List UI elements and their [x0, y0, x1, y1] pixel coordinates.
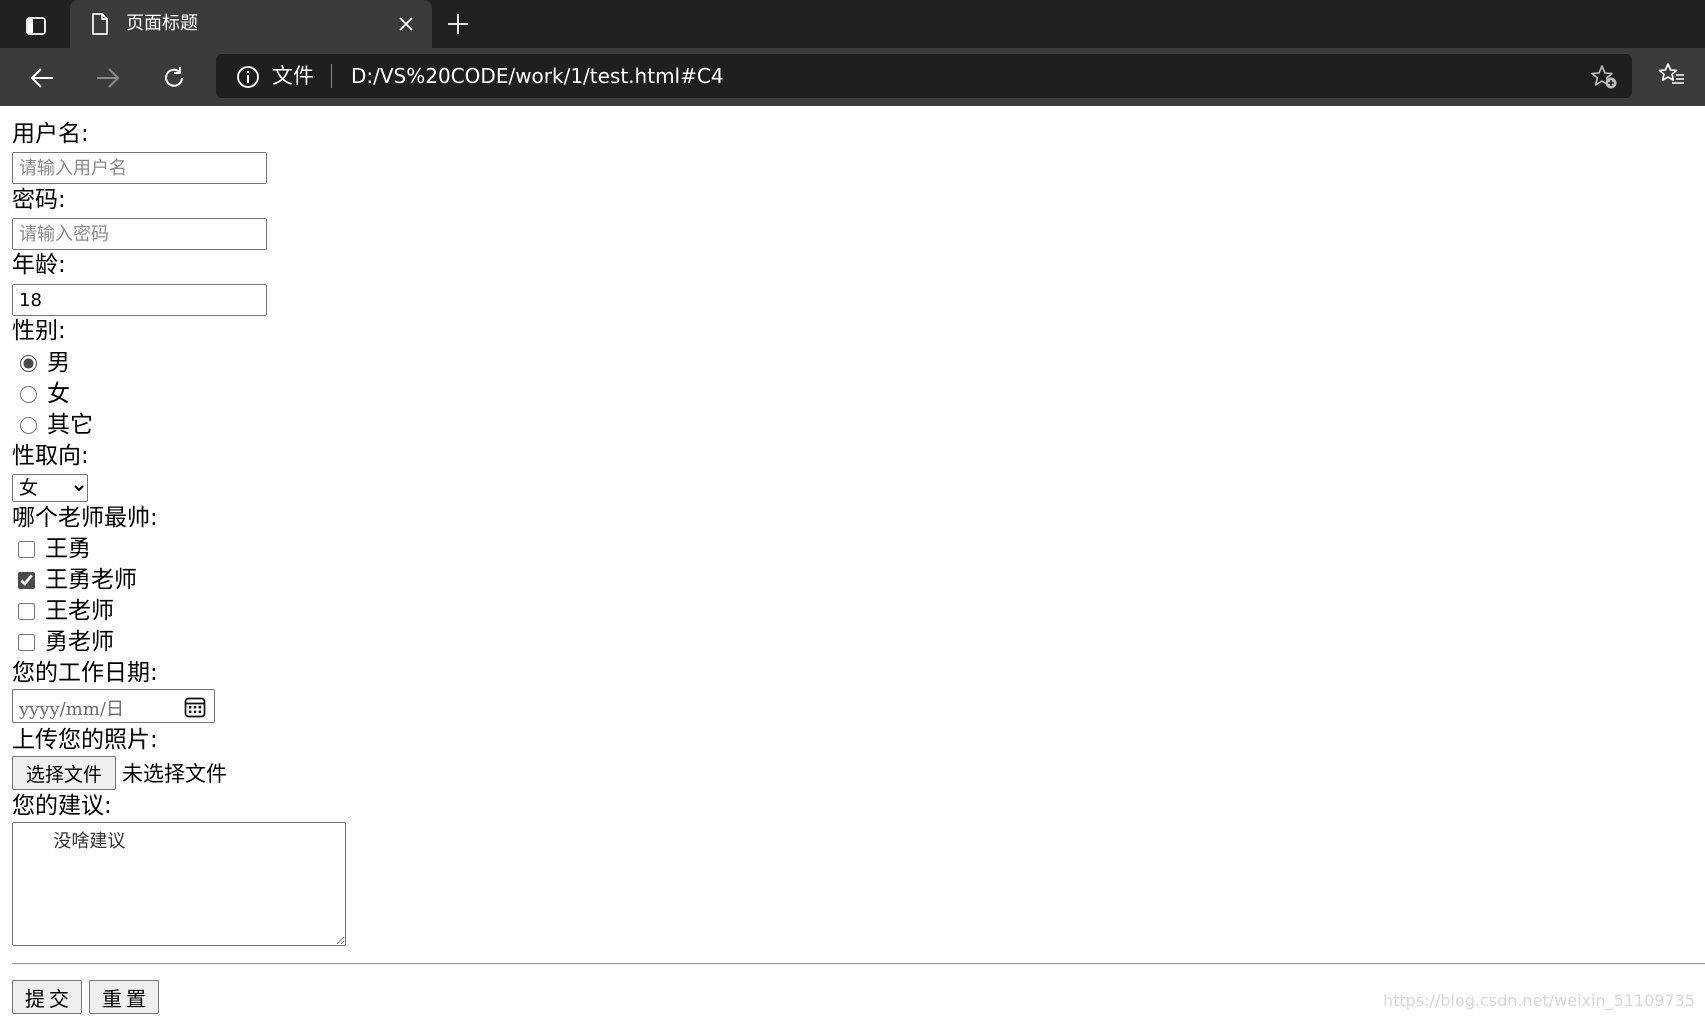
url-text[interactable]: D:/VS%20CODE/work/1/test.html#C4 — [351, 64, 724, 88]
photo-label: 上传您的照片: — [12, 727, 158, 753]
favorites-list-icon — [1658, 63, 1684, 84]
file-status-text: 未选择文件 — [122, 762, 227, 786]
plus-icon — [448, 14, 468, 34]
gender-option-other[interactable]: 其它 — [16, 410, 93, 440]
orientation-select[interactable]: 女 — [12, 474, 88, 502]
teacher-checkbox-4[interactable] — [18, 633, 35, 651]
date-placeholder: yyyy/mm/日 — [19, 699, 124, 720]
arrow-left-icon — [31, 68, 53, 88]
address-bar[interactable]: 文件 D:/VS%20CODE/work/1/test.html#C4 — [216, 54, 1632, 98]
watermark-text: https://blog.csdn.net/weixin_51109735 — [1382, 991, 1695, 1010]
gender-radio-other[interactable] — [20, 416, 37, 434]
calendar-icon[interactable] — [184, 696, 206, 718]
choose-file-button[interactable]: 选择文件 — [12, 756, 116, 790]
add-favorite-button[interactable] — [1590, 64, 1618, 94]
gender-label: 性别: — [12, 318, 66, 344]
refresh-button[interactable] — [156, 60, 192, 96]
page-content: 用户名: 密码: 年龄: 性别: 男 女 其它 性取向: 女 哪个老师最帅: 王… — [12, 106, 1705, 1018]
gender-option-label: 其它 — [47, 412, 93, 438]
teacher-checkbox-2[interactable] — [18, 571, 35, 589]
site-scheme-label: 文件 — [272, 64, 314, 88]
tab-title: 页面标题 — [126, 13, 198, 34]
username-label: 用户名: — [12, 121, 89, 147]
info-icon — [237, 66, 259, 88]
browser-toolbar: 文件 D:/VS%20CODE/work/1/test.html#C4 — [0, 48, 1705, 106]
teacher-checkbox-3[interactable] — [18, 602, 35, 620]
gender-option-label: 女 — [47, 381, 70, 407]
favorites-button[interactable] — [1658, 62, 1686, 92]
tab-close-button[interactable] — [396, 14, 416, 34]
reset-button[interactable]: 重置 — [89, 980, 159, 1014]
active-tab[interactable]: 页面标题 — [70, 0, 432, 48]
teacher-option-1[interactable]: 王勇 — [14, 534, 91, 564]
page-icon — [92, 13, 108, 35]
star-plus-icon — [1591, 65, 1617, 89]
teachers-label: 哪个老师最帅: — [12, 505, 158, 531]
suggestion-textarea[interactable]: 没啥建议 — [12, 822, 346, 946]
age-label: 年龄: — [12, 252, 66, 278]
gender-option-female[interactable]: 女 — [16, 379, 70, 409]
forward-button[interactable] — [90, 60, 126, 96]
arrow-right-icon — [97, 68, 119, 88]
password-input[interactable] — [12, 218, 267, 250]
orientation-label: 性取向: — [12, 443, 89, 469]
gender-radio-male[interactable] — [20, 354, 37, 372]
sidebar-layout-icon — [26, 17, 46, 35]
work-date-label: 您的工作日期: — [12, 660, 158, 686]
new-tab-button[interactable] — [444, 10, 472, 38]
teacher-option-2[interactable]: 王勇老师 — [14, 565, 137, 595]
address-separator — [331, 64, 332, 88]
password-label: 密码: — [12, 187, 66, 213]
suggestion-label: 您的建议: — [12, 793, 112, 819]
divider — [12, 963, 1705, 965]
teacher-option-label: 王勇老师 — [45, 567, 137, 593]
tab-strip: 页面标题 — [0, 0, 1705, 48]
username-input[interactable] — [12, 152, 267, 184]
age-input[interactable] — [12, 284, 267, 316]
teacher-checkbox-1[interactable] — [18, 540, 35, 558]
teacher-option-label: 王勇 — [45, 536, 91, 562]
teacher-option-label: 王老师 — [45, 598, 114, 624]
teacher-option-3[interactable]: 王老师 — [14, 596, 114, 626]
gender-radio-female[interactable] — [20, 385, 37, 403]
gender-option-label: 男 — [47, 350, 70, 376]
teacher-option-4[interactable]: 勇老师 — [14, 627, 114, 657]
tab-actions-button[interactable] — [18, 12, 54, 40]
teacher-option-label: 勇老师 — [45, 629, 114, 655]
gender-option-male[interactable]: 男 — [16, 348, 70, 378]
work-date-input[interactable]: yyyy/mm/日 — [12, 689, 215, 723]
back-button[interactable] — [24, 60, 60, 96]
refresh-icon — [165, 67, 183, 87]
submit-button[interactable]: 提交 — [12, 980, 82, 1014]
close-icon — [399, 17, 413, 31]
